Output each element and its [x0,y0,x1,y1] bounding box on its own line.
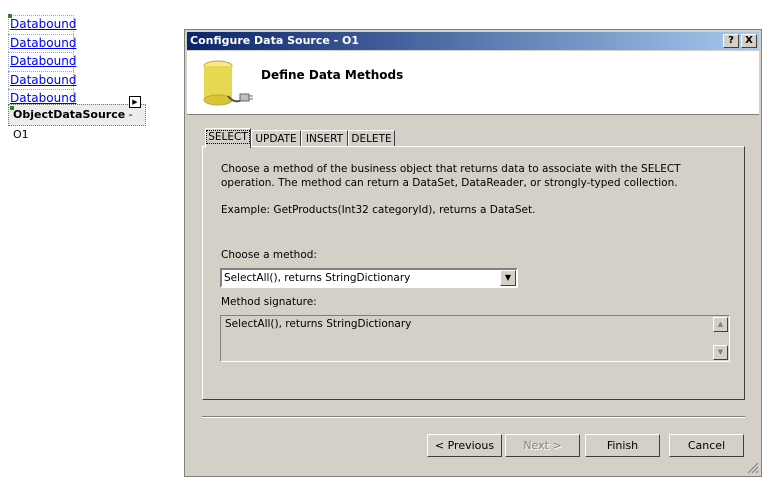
select-tab-panel: Choose a method of the business object t… [202,146,745,400]
tab-update[interactable]: UPDATE [251,130,301,147]
databound-link[interactable]: Databound [8,70,76,90]
wizard-header: Define Data Methods [187,51,759,115]
example-text: Example: GetProducts(Int32 categoryId), … [221,204,536,216]
previous-button[interactable]: < Previous [427,434,502,457]
button-separator [202,416,745,418]
cancel-button[interactable]: Cancel [669,434,744,457]
next-button[interactable]: Next > [505,434,580,457]
dropdown-arrow-icon[interactable]: ▼ [500,270,516,286]
objectdatasource-control[interactable]: ObjectDataSource - O1 ▶ [8,96,146,141]
dialog-title: Configure Data Source - O1 [190,34,360,47]
tab-insert[interactable]: INSERT [301,130,348,147]
header-title: Define Data Methods [261,68,404,82]
selection-glyph [8,14,12,18]
description-text: Choose a method of the business object t… [221,163,681,189]
ods-name: ObjectDataSource [13,108,126,121]
selection-glyph [10,106,14,110]
method-signature-label: Method signature: [221,296,317,308]
title-bar[interactable]: Configure Data Source - O1 ? X [187,32,759,50]
close-button[interactable]: X [741,34,757,48]
scroll-up-icon[interactable]: ▲ [713,317,728,332]
finish-button[interactable]: Finish [585,434,660,457]
tab-select[interactable]: SELECT [205,128,251,148]
databound-link[interactable]: Databound [8,33,76,53]
configure-data-source-dialog: Configure Data Source - O1 ? X Define Da… [184,29,762,477]
method-dropdown-value: SelectAll(), returns StringDictionary [224,272,411,284]
resize-grip-icon[interactable] [747,462,759,474]
method-dropdown[interactable]: SelectAll(), returns StringDictionary ▼ [220,268,518,288]
database-plug-icon [203,60,253,106]
tab-delete[interactable]: DELETE [348,130,395,147]
method-signature-value: SelectAll(), returns StringDictionary [225,318,412,330]
smart-tag-arrow-icon[interactable]: ▶ [129,96,141,108]
method-signature-box: SelectAll(), returns StringDictionary ▲ … [220,315,730,362]
scroll-down-icon[interactable]: ▼ [713,345,728,360]
help-button[interactable]: ? [723,34,739,48]
choose-method-label: Choose a method: [221,249,317,261]
databound-list: Databound Databound Databound Databound … [8,14,76,109]
databound-link[interactable]: Databound [8,15,76,34]
databound-link[interactable]: Databound [8,52,76,71]
